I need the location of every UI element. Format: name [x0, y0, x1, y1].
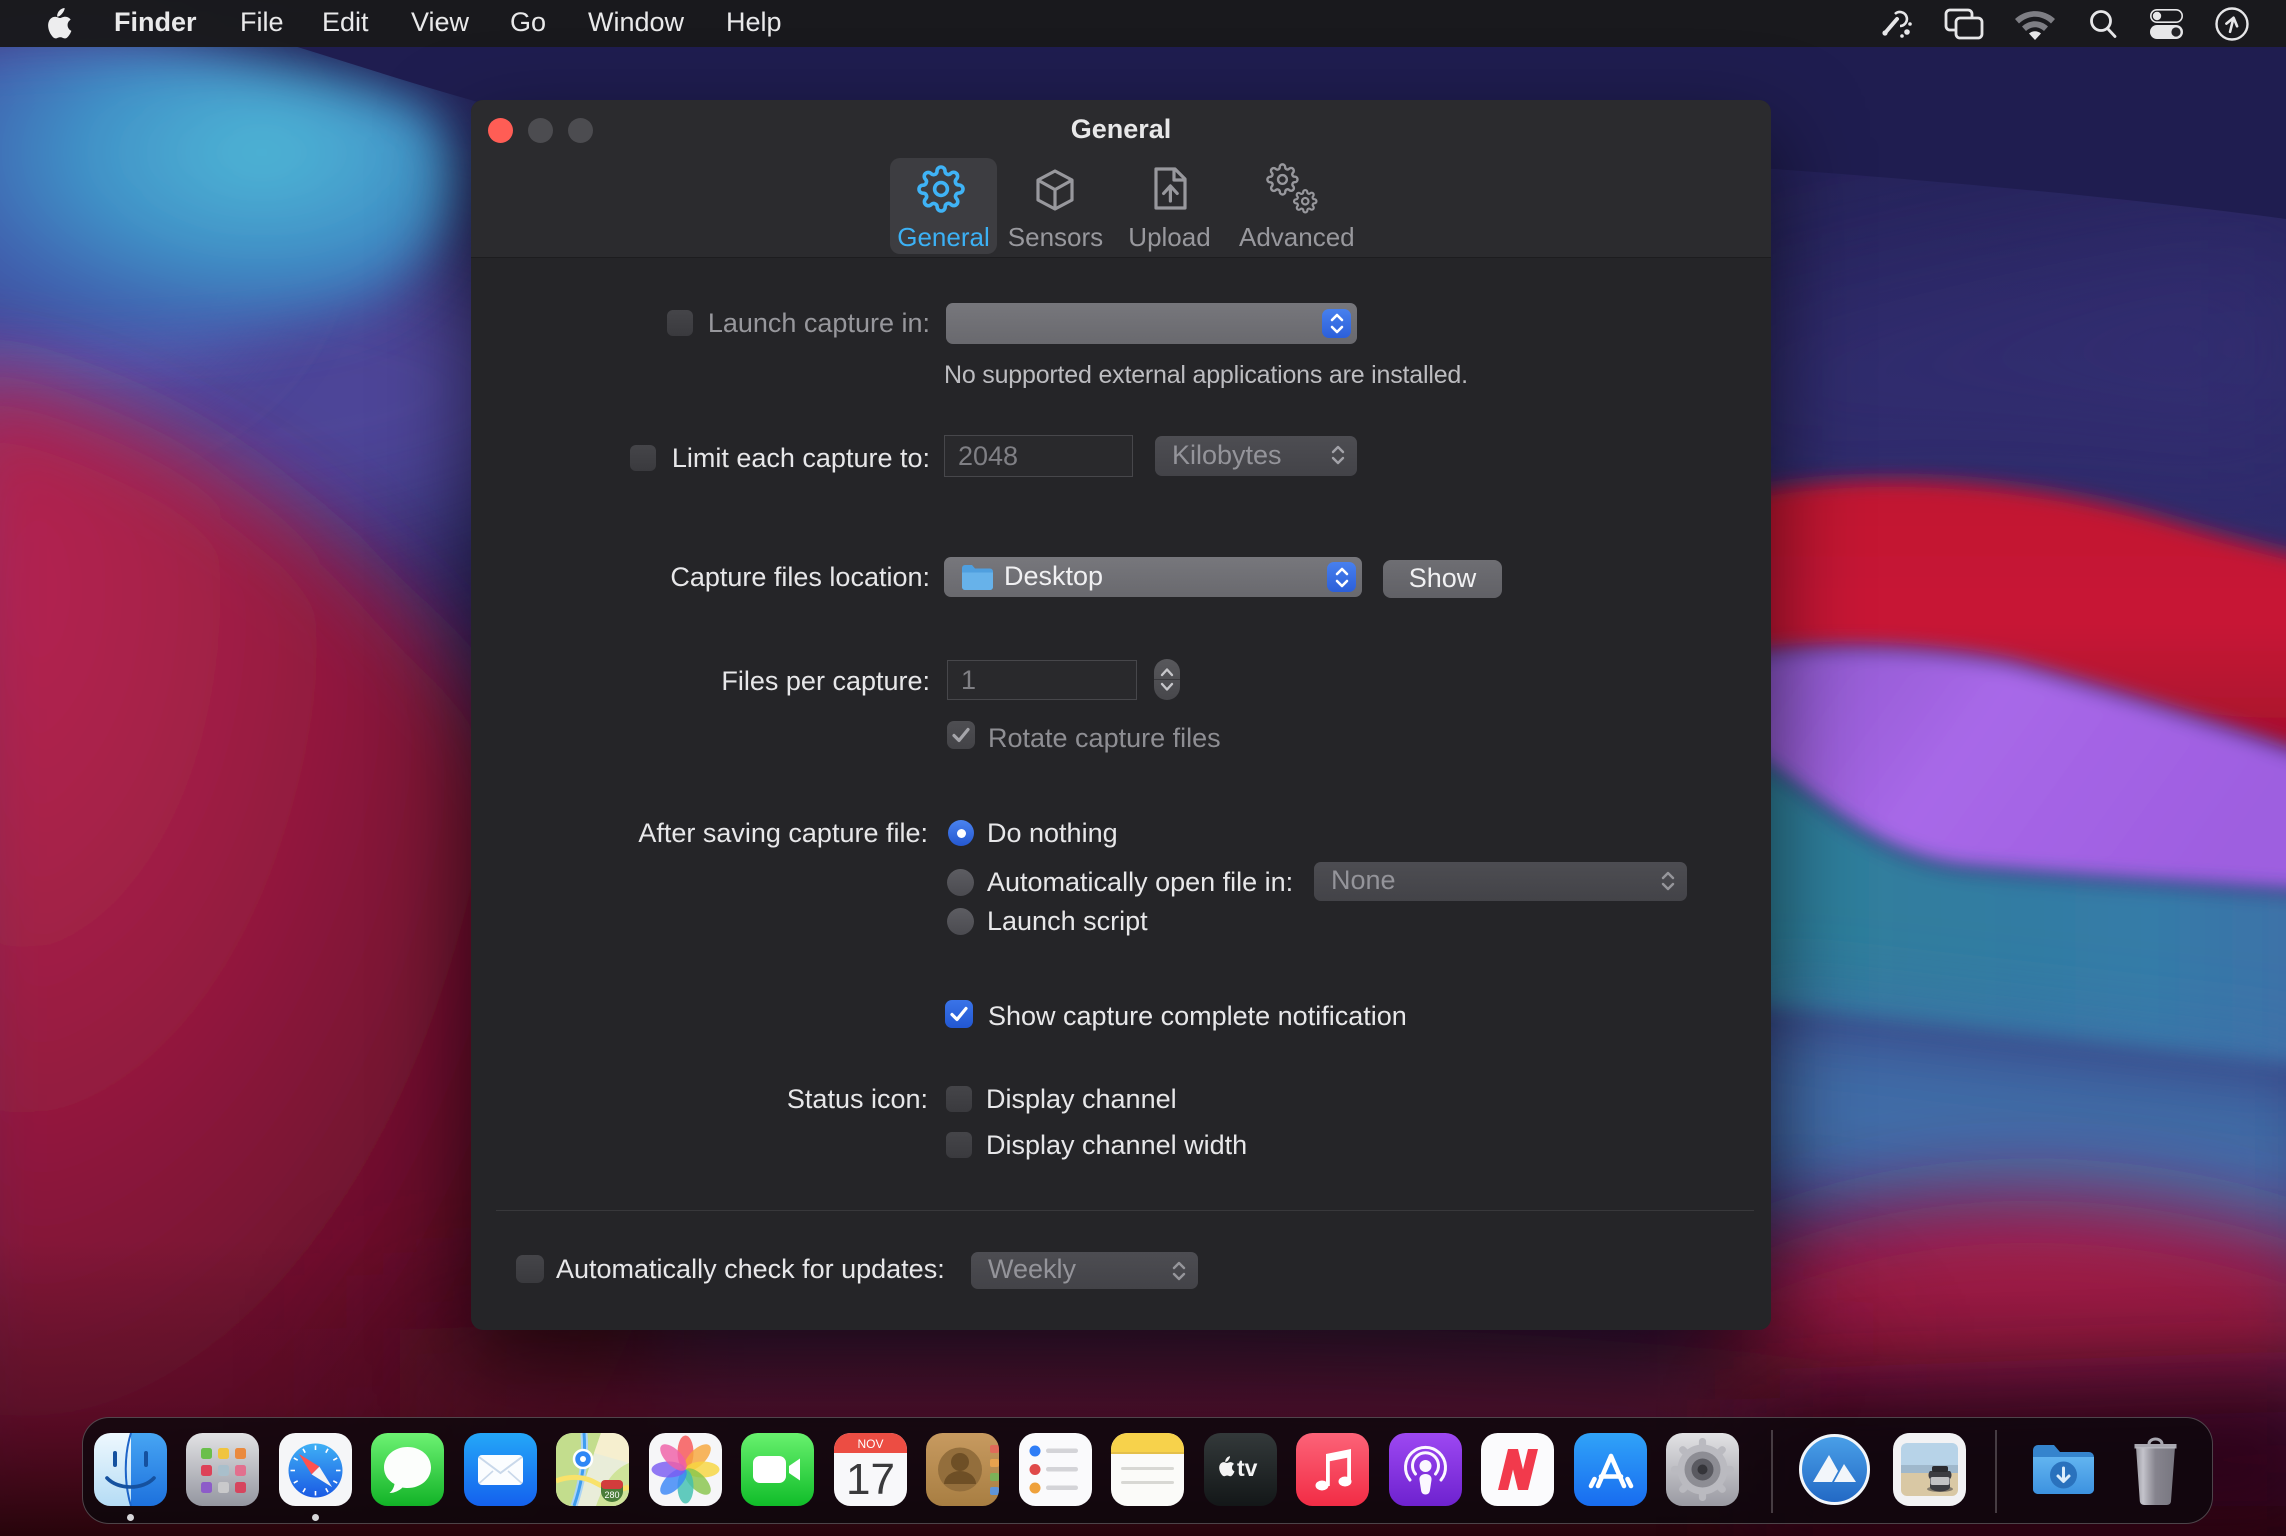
svg-text:NOV: NOV	[857, 1437, 883, 1451]
svg-text:280: 280	[604, 1490, 619, 1500]
svg-text:tv: tv	[1237, 1455, 1258, 1481]
svg-text:17: 17	[846, 1455, 895, 1504]
